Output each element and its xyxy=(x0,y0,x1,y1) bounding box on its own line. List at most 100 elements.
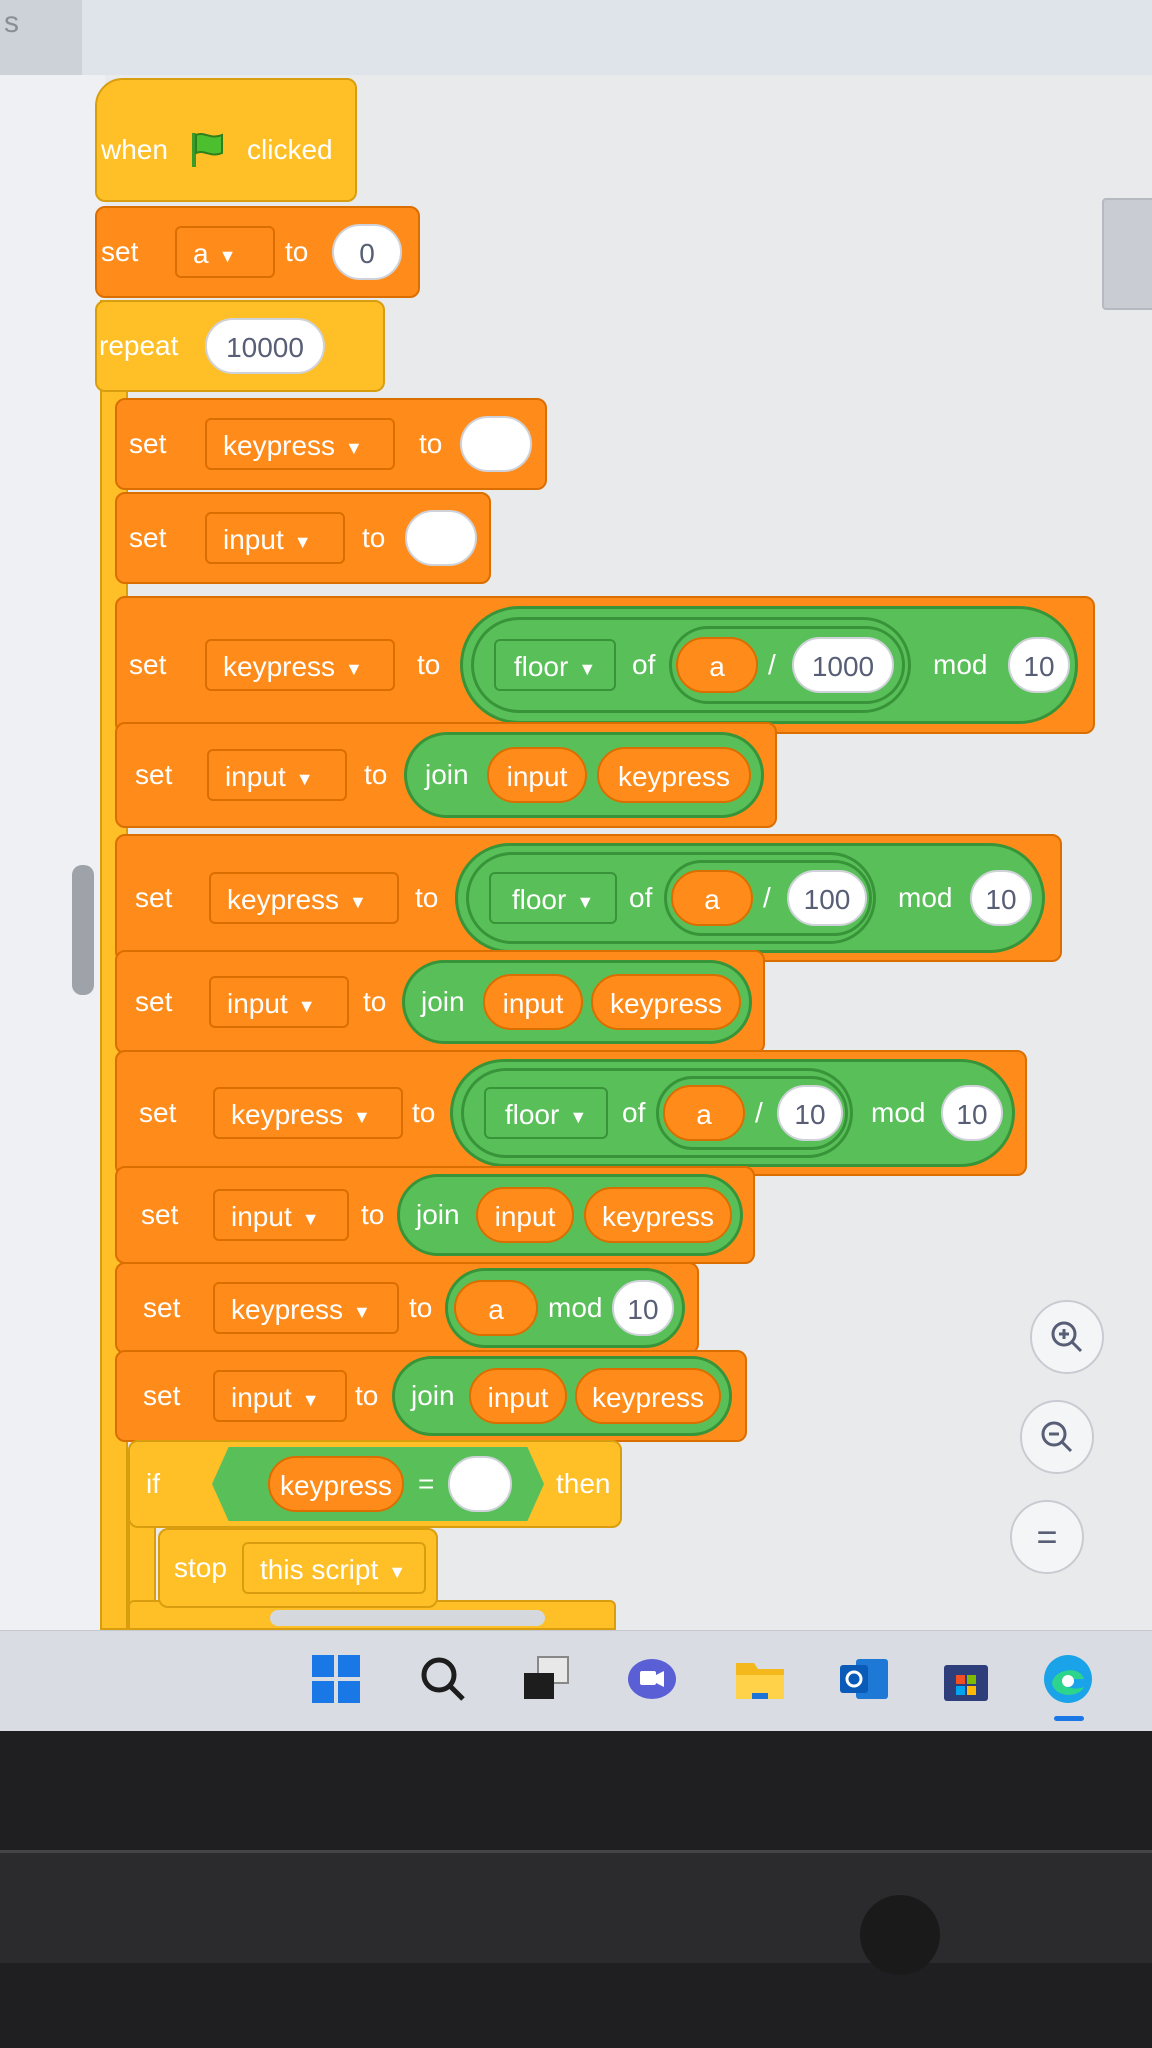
math-function-dropdown[interactable]: floor ▼ xyxy=(494,639,616,691)
mod-operator[interactable]: floor ▼ of a / 1000 mod 10 xyxy=(460,606,1078,724)
variable-dropdown-keypress[interactable]: keypress ▼ xyxy=(205,418,395,470)
variable-reporter-keypress[interactable]: keypress xyxy=(597,747,751,803)
stop-option-dropdown[interactable]: this script ▼ xyxy=(242,1542,426,1594)
join-label: join xyxy=(416,1199,460,1230)
variable-dropdown-input[interactable]: input ▼ xyxy=(213,1370,347,1422)
math-function-reporter[interactable]: floor ▼ of a / 1000 xyxy=(471,617,911,713)
repeat-count-input[interactable]: 10000 xyxy=(205,318,325,374)
join-operator[interactable]: join input keypress xyxy=(402,960,752,1044)
windows-start-icon[interactable] xyxy=(308,1651,364,1707)
value-input[interactable] xyxy=(460,416,532,472)
chevron-down-icon: ▼ xyxy=(576,891,595,912)
if-then-block[interactable]: if keypress = then xyxy=(128,1440,622,1528)
category-tab-corner: s xyxy=(0,0,82,75)
mod-label: mod xyxy=(548,1292,603,1323)
divisor-input[interactable]: 10 xyxy=(777,1085,843,1141)
category-fragment: s xyxy=(4,6,19,39)
variable-dropdown-input[interactable]: input ▼ xyxy=(207,749,347,801)
set-input-blank-block[interactable]: set input ▼ to xyxy=(115,492,491,584)
stage-thumbnail[interactable] xyxy=(1102,198,1152,310)
palette-scrollbar[interactable] xyxy=(72,865,94,995)
set-input-join-block[interactable]: set input ▼ to join input keypress xyxy=(115,1350,747,1442)
variable-dropdown-input[interactable]: input ▼ xyxy=(209,976,349,1028)
task-view-icon[interactable] xyxy=(518,1651,574,1707)
set-input-join-block[interactable]: set input ▼ to join input keypress xyxy=(115,950,765,1054)
equals-operator[interactable]: keypress = xyxy=(212,1447,544,1521)
variable-reporter-a[interactable]: a xyxy=(676,637,758,693)
math-function-dropdown[interactable]: floor ▼ xyxy=(489,872,617,924)
active-app-indicator xyxy=(1054,1716,1084,1721)
set-input-join-block[interactable]: set input ▼ to join input keypress xyxy=(115,722,777,828)
variable-reporter-keypress[interactable]: keypress xyxy=(584,1187,732,1243)
mod-value-input[interactable]: 10 xyxy=(941,1085,1003,1141)
join-operator[interactable]: join input keypress xyxy=(392,1356,732,1436)
variable-reporter-input[interactable]: input xyxy=(483,974,583,1030)
block-palette[interactable] xyxy=(0,75,106,1630)
join-operator[interactable]: join input keypress xyxy=(404,732,764,818)
variable-reporter-input[interactable]: input xyxy=(487,747,587,803)
compare-value-input[interactable] xyxy=(448,1456,512,1512)
variable-dropdown-input[interactable]: input ▼ xyxy=(213,1189,349,1241)
windows-taskbar xyxy=(0,1630,1152,1731)
stop-block[interactable]: stop this script ▼ xyxy=(158,1528,438,1608)
set-input-join-block[interactable]: set input ▼ to join input keypress xyxy=(115,1166,755,1264)
set-keypress-floor-100-block[interactable]: set keypress ▼ to floor ▼ of a / 100 mod 1… xyxy=(115,834,1062,962)
math-function-dropdown[interactable]: floor ▼ xyxy=(484,1087,608,1139)
variable-dropdown-input[interactable]: input ▼ xyxy=(205,512,345,564)
variable-dropdown-keypress[interactable]: keypress ▼ xyxy=(213,1282,399,1334)
zoom-out-button[interactable] xyxy=(1020,1400,1094,1474)
repeat-block[interactable]: repeat 10000 xyxy=(95,300,385,392)
set-keypress-floor-1000-block[interactable]: set keypress ▼ to floor ▼ of a / 1000 mod … xyxy=(115,596,1095,734)
mod-operator[interactable]: floor ▼ of a / 100 mod 10 xyxy=(455,843,1045,953)
zoom-out-icon xyxy=(1041,1421,1073,1453)
set-keypress-mod-block[interactable]: set keypress ▼ to a mod 10 xyxy=(115,1262,699,1354)
divisor-input[interactable]: 1000 xyxy=(792,637,894,693)
variable-dropdown-keypress[interactable]: keypress ▼ xyxy=(209,872,399,924)
variable-dropdown-a[interactable]: a ▼ xyxy=(175,226,275,278)
mod-operator[interactable]: floor ▼ of a / 10 mod 10 xyxy=(450,1059,1015,1167)
mod-value-input[interactable]: 10 xyxy=(970,870,1032,926)
microsoft-store-icon[interactable] xyxy=(938,1651,994,1707)
math-function-reporter[interactable]: floor ▼ of a / 100 xyxy=(466,852,876,944)
variable-reporter-input[interactable]: input xyxy=(469,1368,567,1424)
variable-reporter-keypress[interactable]: keypress xyxy=(575,1368,721,1424)
variable-reporter-input[interactable]: input xyxy=(476,1187,574,1243)
of-label: of xyxy=(629,882,653,913)
divisor-input[interactable]: 100 xyxy=(787,870,867,926)
math-function-reporter[interactable]: floor ▼ of a / 10 xyxy=(461,1068,853,1158)
variable-reporter-a[interactable]: a xyxy=(671,870,753,926)
edge-browser-icon[interactable] xyxy=(1040,1651,1096,1707)
join-operator[interactable]: join input keypress xyxy=(397,1174,743,1256)
set-keypress-floor-10-block[interactable]: set keypress ▼ to floor ▼ of a / 10 mod 10 xyxy=(115,1050,1027,1176)
when-flag-clicked-block[interactable]: when clicked xyxy=(95,78,357,202)
to-label: to xyxy=(417,649,441,680)
set-label: set xyxy=(129,522,167,553)
mod-operator[interactable]: a mod 10 xyxy=(445,1268,685,1348)
outlook-icon[interactable] xyxy=(836,1651,892,1707)
variable-reporter-keypress[interactable]: keypress xyxy=(591,974,741,1030)
variable-dropdown-keypress[interactable]: keypress ▼ xyxy=(213,1087,403,1139)
variable-dropdown-keypress[interactable]: keypress ▼ xyxy=(205,639,395,691)
to-label: to xyxy=(415,882,439,913)
variable-reporter-a[interactable]: a xyxy=(454,1280,538,1336)
zoom-reset-button[interactable]: = xyxy=(1010,1500,1084,1574)
set-a-block[interactable]: set a ▼ to 0 xyxy=(95,206,420,298)
workspace-h-scrollbar[interactable] xyxy=(270,1610,545,1626)
mod-value-input[interactable]: 10 xyxy=(612,1280,674,1336)
search-icon[interactable] xyxy=(415,1651,471,1707)
zoom-in-button[interactable] xyxy=(1030,1300,1104,1374)
divide-operator[interactable]: a / 1000 xyxy=(669,626,905,704)
when-label: when xyxy=(101,134,168,165)
divide-operator[interactable]: a / 10 xyxy=(656,1076,848,1150)
set-keypress-blank-block[interactable]: set keypress ▼ to xyxy=(115,398,547,490)
variable-reporter-keypress[interactable]: keypress xyxy=(268,1456,404,1512)
variable-reporter-a[interactable]: a xyxy=(663,1085,745,1141)
divide-operator[interactable]: a / 100 xyxy=(664,860,872,936)
value-input[interactable] xyxy=(405,510,477,566)
variable-name: a xyxy=(193,238,209,269)
mod-value-input[interactable]: 10 xyxy=(1008,637,1070,693)
file-explorer-icon[interactable] xyxy=(732,1651,788,1707)
variable-name: keypress xyxy=(223,430,336,461)
teams-chat-icon[interactable] xyxy=(624,1651,680,1707)
value-input[interactable]: 0 xyxy=(332,224,402,280)
